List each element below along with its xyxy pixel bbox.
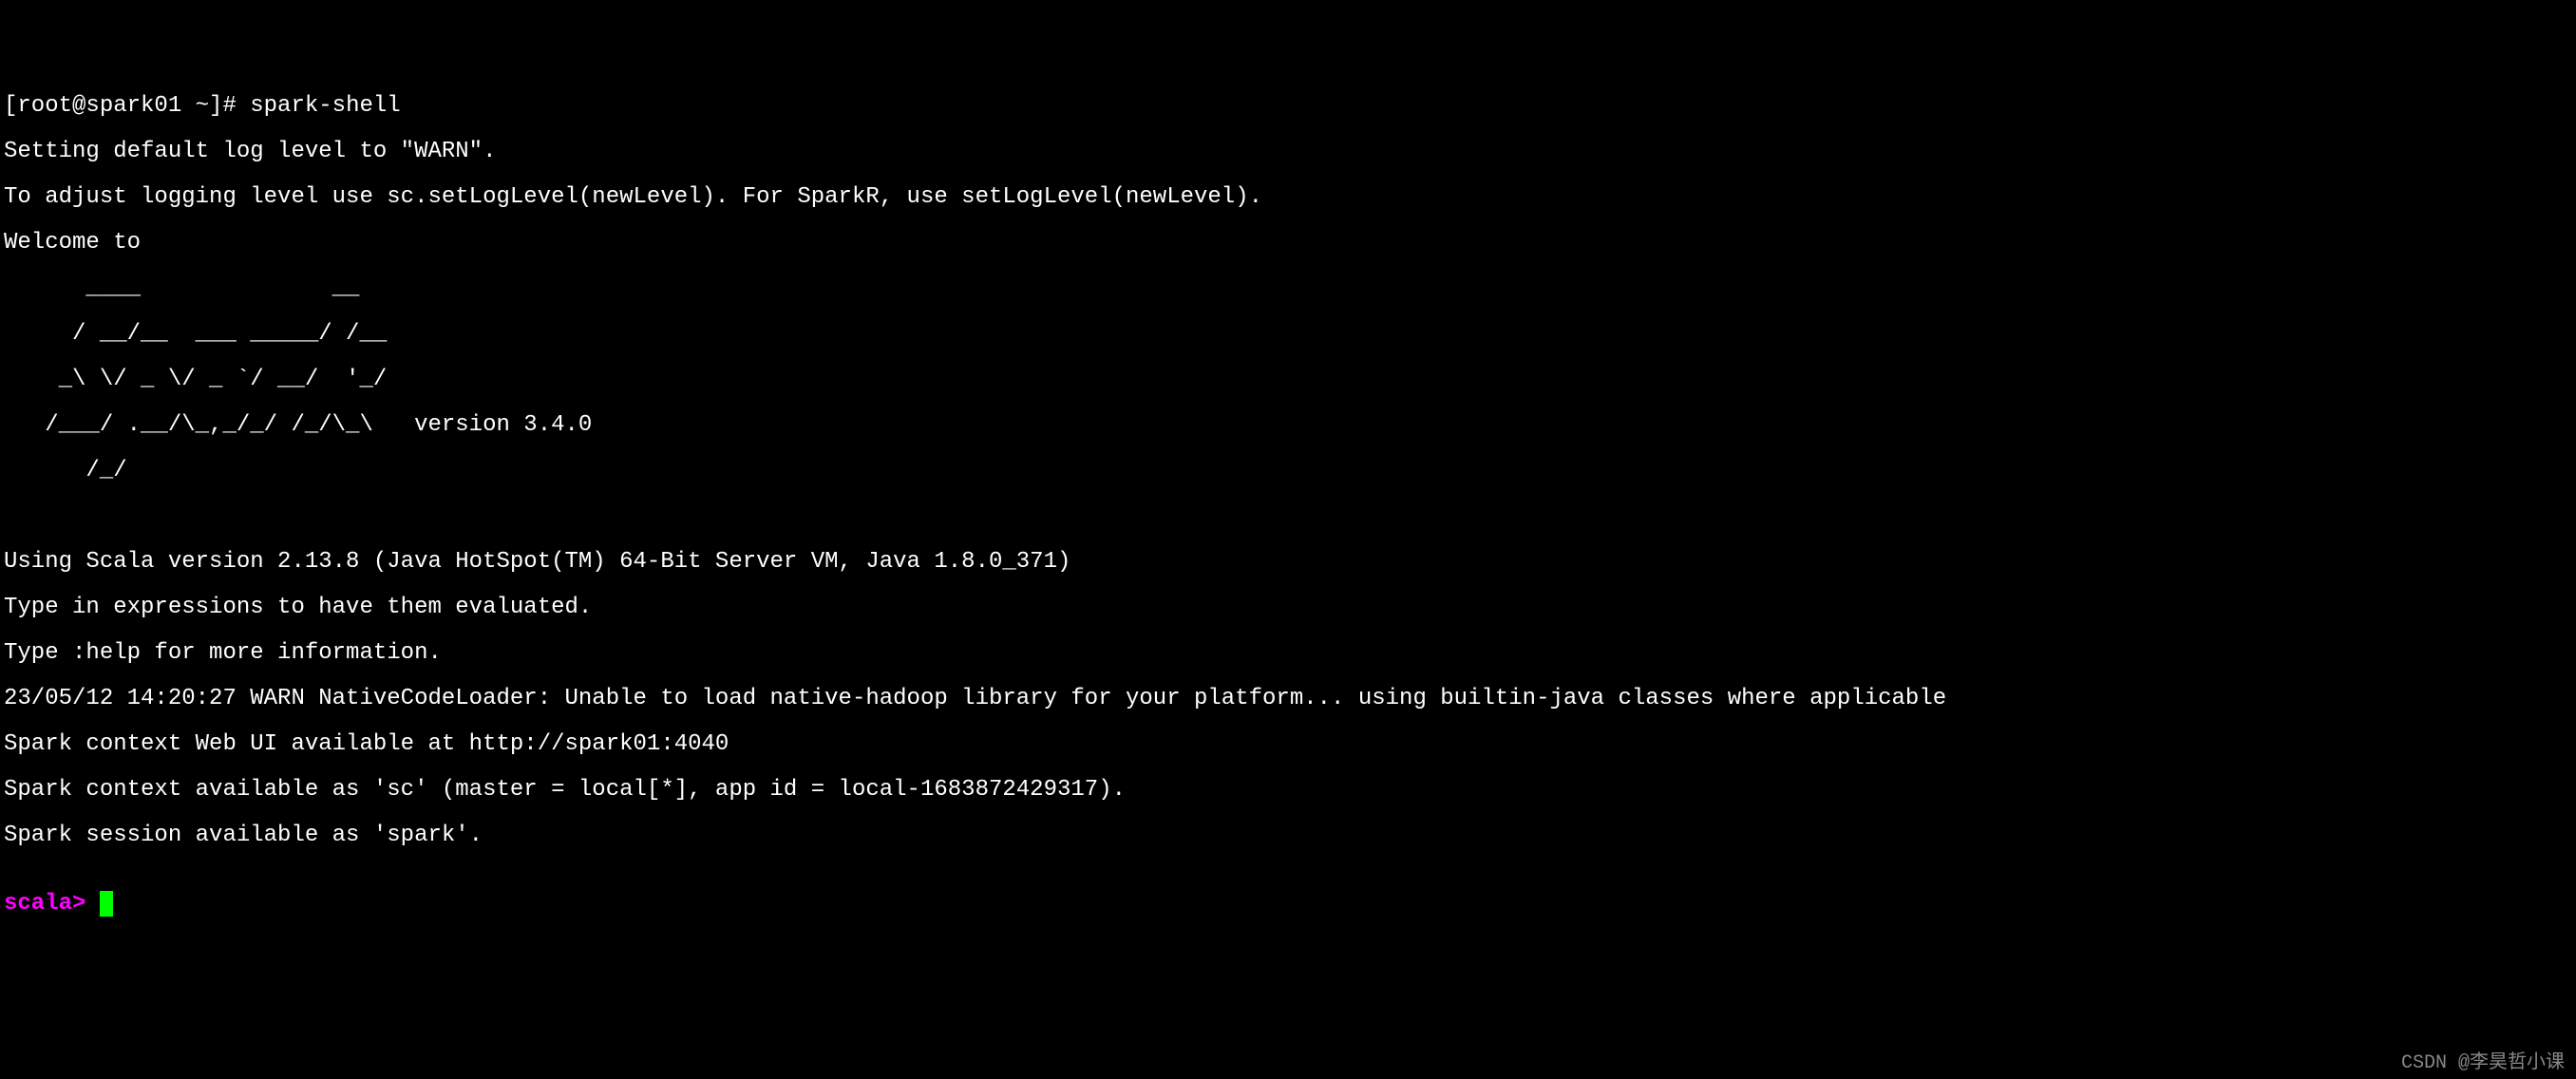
output-line: Type in expressions to have them evaluat…: [4, 596, 2572, 619]
output-line: To adjust logging level use sc.setLogLev…: [4, 186, 2572, 209]
output-line: Type :help for more information.: [4, 642, 2572, 665]
watermark-text: CSDN @李昊哲小课: [2401, 1054, 2565, 1073]
output-line: Using Scala version 2.13.8 (Java HotSpot…: [4, 551, 2572, 574]
scala-prompt: scala>: [4, 891, 100, 917]
ascii-art-line: /_/: [4, 460, 2572, 483]
ascii-art-line: _\ \/ _ \/ _ `/ __/ '_/: [4, 369, 2572, 391]
shell-prompt: [root@spark01 ~]#: [4, 93, 250, 119]
ascii-art-line: / __/__ ___ _____/ /__: [4, 323, 2572, 346]
terminal-cursor: [100, 891, 113, 917]
output-line: Spark context available as 'sc' (master …: [4, 779, 2572, 802]
output-line: Setting default log level to "WARN".: [4, 141, 2572, 163]
output-line: [4, 505, 2572, 528]
ascii-art-line: ____ __: [4, 277, 2572, 300]
output-line: 23/05/12 14:20:27 WARN NativeCodeLoader:…: [4, 688, 2572, 710]
scala-prompt-line[interactable]: scala>: [4, 893, 2572, 916]
output-line: Welcome to: [4, 232, 2572, 255]
ascii-art-line: /___/ .__/\_,_/_/ /_/\_\ version 3.4.0: [4, 414, 2572, 437]
output-line: Spark context Web UI available at http:/…: [4, 733, 2572, 756]
shell-prompt-line: [root@spark01 ~]# spark-shell: [4, 95, 2572, 118]
shell-command: spark-shell: [250, 93, 400, 119]
output-line: Spark session available as 'spark'.: [4, 824, 2572, 847]
